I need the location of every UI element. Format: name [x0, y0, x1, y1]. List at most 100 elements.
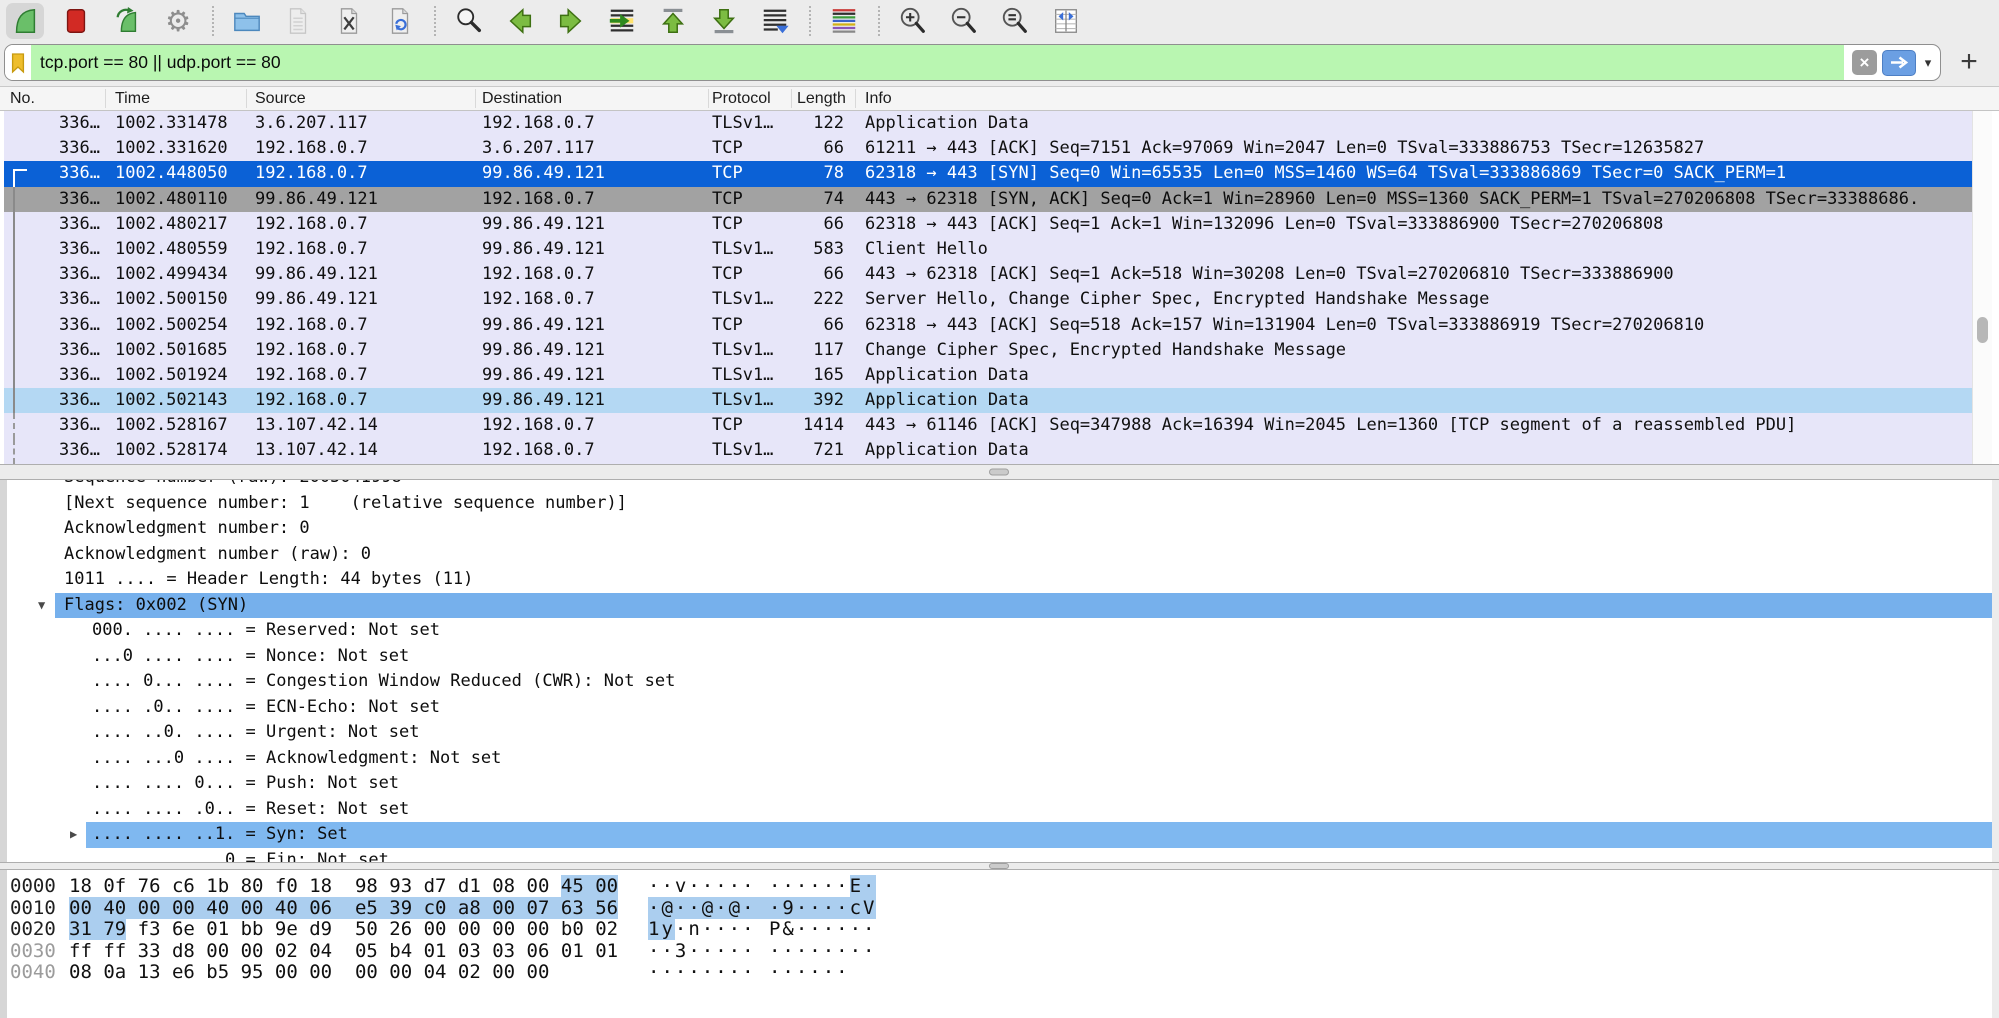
packet-row[interactable]: 336…1002.501685192.168.0.799.86.49.121TL…	[4, 338, 1973, 363]
collapse-arrow-icon[interactable]: ▼	[38, 593, 45, 619]
pane-splitter-top[interactable]	[0, 464, 1999, 480]
column-header-info[interactable]: Info	[865, 87, 1985, 111]
packet-row[interactable]: 336…1002.500254192.168.0.799.86.49.121TC…	[4, 313, 1973, 338]
hex-ascii[interactable]: ··3····· ········	[648, 941, 876, 963]
column-separator[interactable]	[246, 89, 247, 108]
expand-arrow-icon[interactable]: ▶	[70, 822, 77, 848]
column-header-source[interactable]: Source	[255, 87, 477, 111]
detail-line[interactable]: Acknowledgment number: 0	[7, 516, 1992, 542]
detail-line[interactable]: .... ..0. .... = Urgent: Not set	[7, 720, 1992, 746]
hex-bytes[interactable]: 08 0a 13 e6 b5 95 00 00 00 00 04 02 00 0…	[69, 962, 549, 984]
packet-source: 99.86.49.121	[255, 262, 378, 287]
colorize-packets-button[interactable]	[825, 3, 863, 39]
column-separator[interactable]	[708, 89, 709, 108]
zoom-out-button[interactable]	[945, 3, 983, 39]
hex-bytes[interactable]: 31 79 f3 6e 01 bb 9e d9 50 26 00 00 00 0…	[69, 919, 618, 941]
filter-clear-button[interactable]: ×	[1852, 50, 1877, 75]
restart-capture-button[interactable]	[108, 3, 146, 39]
go-to-packet-button[interactable]	[603, 3, 641, 39]
packet-row[interactable]: 336…1002.502143192.168.0.799.86.49.121TL…	[4, 388, 1973, 413]
hex-ascii[interactable]: 1y·n···· P&······	[648, 919, 876, 941]
go-forward-button[interactable]	[552, 3, 590, 39]
display-filter-field[interactable]: tcp.port == 80 || udp.port == 80 × ▾	[4, 44, 1941, 81]
column-header-no[interactable]: No.	[10, 87, 102, 111]
filter-dropdown-caret[interactable]: ▾	[1916, 55, 1940, 71]
detail-line[interactable]: ▼Flags: 0x002 (SYN)	[7, 593, 1992, 619]
hex-bytes[interactable]: 00 40 00 00 40 00 40 06 e5 39 c0 a8 00 0…	[69, 898, 618, 920]
hex-row-0000[interactable]: 000018 0f 76 c6 1b 80 f0 18 98 93 d7 d1 …	[7, 876, 1992, 898]
detail-line[interactable]: [Next sequence number: 1 (relative seque…	[7, 491, 1992, 517]
detail-selection-highlight	[55, 593, 1992, 619]
go-to-first-packet-button[interactable]	[654, 3, 692, 39]
close-capture-file-button[interactable]	[330, 3, 368, 39]
packet-row[interactable]: 336…1002.52816713.107.42.14192.168.0.7TC…	[4, 413, 1973, 438]
resize-columns-button[interactable]	[1047, 3, 1085, 39]
column-separator[interactable]	[791, 89, 792, 108]
column-header-protocol[interactable]: Protocol	[712, 87, 792, 111]
packet-row[interactable]: 336…1002.50015099.86.49.121192.168.0.7TL…	[4, 287, 1973, 312]
hex-bytes[interactable]: ff ff 33 d8 00 00 02 04 05 b4 01 03 03 0…	[69, 941, 618, 963]
pane-splitter-bottom[interactable]	[0, 862, 1999, 870]
filter-apply-button[interactable]	[1882, 50, 1916, 76]
hex-row-0020[interactable]: 002031 79 f3 6e 01 bb 9e d9 50 26 00 00 …	[7, 919, 1992, 941]
detail-line[interactable]: ▶.... .... ..1. = Syn: Set	[7, 822, 1992, 848]
auto-scroll-toggle-button[interactable]	[756, 3, 794, 39]
detail-line[interactable]: 000. .... .... = Reserved: Not set	[7, 618, 1992, 644]
hex-ascii[interactable]: ··v····· ······E·	[648, 876, 876, 898]
hex-row-0010[interactable]: 001000 40 00 00 40 00 40 06 e5 39 c0 a8 …	[7, 898, 1992, 920]
detail-line[interactable]: .... ...0 .... = Acknowledgment: Not set	[7, 746, 1992, 772]
filter-bookmark-button[interactable]	[5, 45, 31, 80]
packet-row[interactable]: 336…1002.331620192.168.0.73.6.207.117TCP…	[4, 136, 1973, 161]
packet-no: 336…	[4, 338, 100, 363]
filter-add-button[interactable]: +	[1951, 45, 1987, 79]
detail-line[interactable]: 1011 .... = Header Length: 44 bytes (11)	[7, 567, 1992, 593]
detail-line[interactable]: .... .0.. .... = ECN-Echo: Not set	[7, 695, 1992, 721]
start-capture-button[interactable]	[6, 3, 44, 39]
packet-row[interactable]: 336…1002.3314783.6.207.117192.168.0.7TLS…	[4, 111, 1973, 136]
open-capture-file-button[interactable]	[228, 3, 266, 39]
hex-row-0030[interactable]: 0030ff ff 33 d8 00 00 02 04 05 b4 01 03 …	[7, 941, 1992, 963]
reload-capture-file-button[interactable]	[381, 3, 419, 39]
stop-capture-button[interactable]	[57, 3, 95, 39]
column-header-length[interactable]: Length	[797, 87, 847, 111]
detail-line[interactable]: .... 0... .... = Congestion Window Reduc…	[7, 669, 1992, 695]
detail-line[interactable]: .... .... .0.. = Reset: Not set	[7, 797, 1992, 823]
packet-row[interactable]: 336…1002.448050192.168.0.799.86.49.121TC…	[4, 161, 1973, 186]
detail-line[interactable]: .... .... 0... = Push: Not set	[7, 771, 1992, 797]
packet-no: 336…	[4, 438, 100, 463]
conversation-trace-line	[13, 262, 15, 287]
column-header-destination[interactable]: Destination	[482, 87, 707, 111]
splitter-grip-icon	[989, 863, 1009, 869]
packet-length: 66	[740, 313, 844, 338]
go-to-last-packet-button[interactable]	[705, 3, 743, 39]
go-to-packet-icon	[607, 6, 637, 36]
hex-ascii[interactable]: ········ ······	[648, 962, 850, 984]
column-separator[interactable]	[855, 89, 856, 108]
column-header-time[interactable]: Time	[115, 87, 250, 111]
detail-line[interactable]: Acknowledgment number (raw): 0	[7, 542, 1992, 568]
column-separator[interactable]	[475, 89, 476, 108]
packet-row[interactable]: 336…1002.48011099.86.49.121192.168.0.7TC…	[4, 187, 1973, 212]
zoom-normal-size-button[interactable]	[996, 3, 1034, 39]
packet-row[interactable]: 336…1002.480559192.168.0.799.86.49.121TL…	[4, 237, 1973, 262]
detail-line[interactable]: Sequence number (raw): 2005041998	[7, 480, 1992, 491]
detail-line[interactable]: ...0 .... .... = Nonce: Not set	[7, 644, 1992, 670]
go-back-button[interactable]	[501, 3, 539, 39]
display-filter-input[interactable]: tcp.port == 80 || udp.port == 80	[31, 45, 1844, 80]
column-separator[interactable]	[105, 89, 106, 108]
detail-line[interactable]: .... .... ...0 = Fin: Not set	[7, 848, 1992, 863]
packet-row[interactable]: 336…1002.49943499.86.49.121192.168.0.7TC…	[4, 262, 1973, 287]
conversation-trace-line	[13, 413, 15, 438]
hex-bytes[interactable]: 18 0f 76 c6 1b 80 f0 18 98 93 d7 d1 08 0…	[69, 876, 618, 898]
capture-options-button[interactable]: ⚙	[159, 3, 197, 39]
packet-list-scrollbar[interactable]	[1972, 111, 1992, 464]
scrollbar-thumb[interactable]	[1977, 317, 1988, 343]
find-packet-button[interactable]	[450, 3, 488, 39]
packet-row[interactable]: 336…1002.480217192.168.0.799.86.49.121TC…	[4, 212, 1973, 237]
hex-ascii[interactable]: ·@··@·@· ·9····cV	[648, 898, 876, 920]
zoom-in-button[interactable]	[894, 3, 932, 39]
packet-row[interactable]: 336…1002.501924192.168.0.799.86.49.121TL…	[4, 363, 1973, 388]
packet-row[interactable]: 336…1002.52817413.107.42.14192.168.0.7TL…	[4, 438, 1973, 463]
hex-row-0040[interactable]: 004008 0a 13 e6 b5 95 00 00 00 00 04 02 …	[7, 962, 1992, 984]
save-capture-file-button[interactable]	[279, 3, 317, 39]
